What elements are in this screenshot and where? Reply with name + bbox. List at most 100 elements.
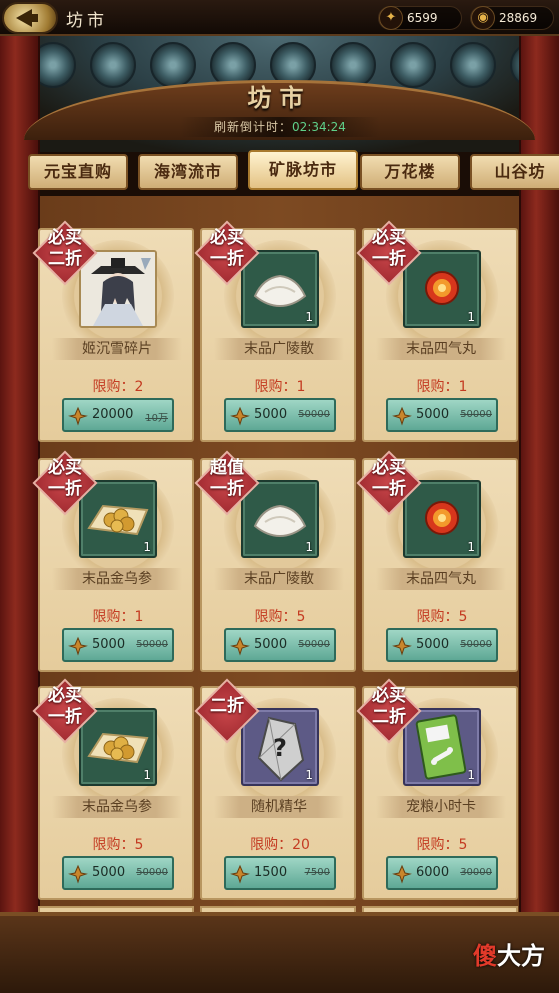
copper-resource-counter[interactable]: ✦ 6599 (378, 6, 462, 30)
item-quantity: 1 (305, 540, 313, 554)
item-price: 5000 (254, 637, 288, 652)
discount-badge: 必买 一折 (356, 220, 422, 286)
refresh-timer: 刷新倒计时：02:34:24 (180, 117, 380, 137)
shop-item-card[interactable]: ? 1 随机精华限购：20 1500 7500 二折 (194, 678, 356, 900)
item-price: 5000 (416, 407, 450, 422)
item-quantity: 1 (305, 310, 313, 324)
copper-ore-icon (230, 406, 250, 426)
buy-button[interactable]: 5000 50000 (62, 628, 174, 662)
item-purchase-limit: 限购：1 (92, 609, 144, 625)
buy-button[interactable]: 5000 50000 (224, 398, 336, 432)
shop-item-card[interactable]: 姬沉雪碎片限购：2 20000 10万 必买 二折 (32, 220, 194, 442)
item-price: 6000 (416, 865, 450, 880)
copper-ore-icon (68, 864, 88, 884)
discount-badge-text: 必买 一折 (48, 458, 82, 499)
tab-wanhua-tower[interactable]: 万花楼 (360, 154, 460, 190)
item-original-price: 50000 (298, 639, 330, 650)
item-quantity: 1 (143, 540, 151, 554)
refresh-timer-value: 02:34:24 (292, 120, 346, 134)
shop-item-card[interactable]: 1 末品金乌参 限购：5 5000 50000 必买 一折 (32, 678, 194, 900)
buy-button[interactable]: 5000 50000 (224, 628, 336, 662)
tab-bay-market[interactable]: 海湾流市 (138, 154, 238, 190)
buy-button[interactable]: 5000 50000 (386, 628, 498, 662)
item-name: 宠粮小时卡 (376, 796, 506, 818)
discount-badge-text: 二折 (210, 696, 244, 716)
item-price: 5000 (92, 637, 126, 652)
item-purchase-limit: 限购：5 (92, 837, 144, 853)
item-price: 5000 (416, 637, 450, 652)
item-name: 末品金乌参 (52, 796, 182, 818)
discount-badge: 二折 (194, 678, 260, 744)
gold-resource-counter[interactable]: ◉ 28869 (470, 6, 554, 30)
item-purchase-limit: 限购：5 (416, 837, 468, 853)
copper-ore-icon (392, 864, 412, 884)
buy-button[interactable]: 1500 7500 (224, 856, 336, 890)
back-arrow-icon (16, 9, 38, 27)
back-button[interactable] (2, 2, 58, 34)
buy-button[interactable]: 20000 10万 (62, 398, 174, 432)
copper-ore-icon (392, 406, 412, 426)
watermark-part-1: 傻 (473, 942, 497, 970)
item-original-price: 50000 (460, 409, 492, 420)
item-quantity: 1 (305, 768, 313, 782)
item-quantity: 1 (467, 310, 475, 324)
item-original-price: 50000 (136, 639, 168, 650)
item-name: 随机精华 (214, 796, 344, 818)
item-name: 末品四气丸 (376, 338, 506, 360)
item-original-price: 50000 (460, 639, 492, 650)
copper-ore-icon (68, 406, 88, 426)
item-purchase-limit: 限购：5 (254, 609, 306, 625)
discount-badge-text: 必买 一折 (372, 458, 406, 499)
shop-item-card[interactable]: 1 末品广陵散限购：1 5000 50000 必买 一折 (194, 220, 356, 442)
shop-item-card[interactable]: 1 末品四气丸限购：1 5000 50000 必买 一折 (356, 220, 518, 442)
discount-badge: 必买 一折 (194, 220, 260, 286)
page-title: 坊市 (66, 11, 108, 31)
buy-button[interactable]: 5000 50000 (62, 856, 174, 890)
item-purchase-limit: 限购：5 (416, 609, 468, 625)
copper-ore-icon (68, 636, 88, 656)
buy-button[interactable]: 5000 50000 (386, 398, 498, 432)
discount-badge: 超值 一折 (194, 450, 260, 516)
copper-ore-icon: ✦ (379, 6, 403, 30)
shop-title: 坊市 (247, 83, 312, 112)
svg-text:?: ? (273, 734, 287, 762)
item-purchase-limit: 限购：1 (416, 379, 468, 395)
shop-tabs: 元宝直购 海湾流市 矿脉坊市 万花楼 山谷坊 (24, 150, 559, 194)
shop-item-card[interactable]: 1 末品金乌参 限购：1 5000 50000 必买 一折 (32, 450, 194, 672)
tab-valley-market[interactable]: 山谷坊 (470, 154, 559, 190)
item-original-price: 50000 (136, 867, 168, 878)
buy-button[interactable]: 6000 30000 (386, 856, 498, 890)
discount-badge-text: 必买 一折 (48, 686, 82, 727)
discount-badge: 必买 一折 (32, 450, 98, 516)
shop-item-card[interactable]: 1 宠粮小时卡 限购：5 6000 30000 必买 二折 (356, 678, 518, 900)
discount-badge-text: 超值 一折 (210, 458, 244, 499)
item-name: 末品广陵散 (214, 568, 344, 590)
discount-badge-text: 必买 二折 (372, 686, 406, 727)
item-original-price: 10万 (145, 413, 168, 424)
discount-badge-text: 必买 一折 (372, 228, 406, 269)
watermark-part-2: 大方 (497, 942, 545, 970)
item-purchase-limit: 限购：20 (250, 837, 310, 853)
item-original-price: 50000 (298, 409, 330, 420)
shop-item-card[interactable]: 1 末品四气丸 限购：5 5000 50000 必买 一折 (356, 450, 518, 672)
refresh-timer-label: 刷新倒计时： (214, 120, 293, 134)
discount-badge: 必买 一折 (32, 678, 98, 744)
item-quantity: 1 (467, 540, 475, 554)
shop-item-card[interactable]: 1 末品广陵散限购：5 5000 50000 超值 一折 (194, 450, 356, 672)
tab-mine-market[interactable]: 矿脉坊市 (248, 150, 358, 190)
tab-yuanbao-direct[interactable]: 元宝直购 (28, 154, 128, 190)
copper-resource-value: 6599 (407, 11, 438, 25)
item-name: 末品广陵散 (214, 338, 344, 360)
gold-resource-value: 28869 (499, 11, 538, 25)
top-bar: 坊市 ✦ 6599 ◉ 28869 (0, 0, 559, 36)
item-original-price: 7500 (304, 867, 330, 878)
item-price: 1500 (254, 865, 288, 880)
item-price: 5000 (92, 865, 126, 880)
discount-badge-text: 必买 一折 (210, 228, 244, 269)
copper-ore-icon (230, 864, 250, 884)
item-purchase-limit: 限购：2 (92, 379, 144, 395)
item-name: 姬沉雪碎片 (52, 338, 182, 360)
item-purchase-limit: 限购：1 (254, 379, 306, 395)
gold-ingot-icon: ◉ (471, 6, 495, 30)
discount-badge: 必买 二折 (32, 220, 98, 286)
